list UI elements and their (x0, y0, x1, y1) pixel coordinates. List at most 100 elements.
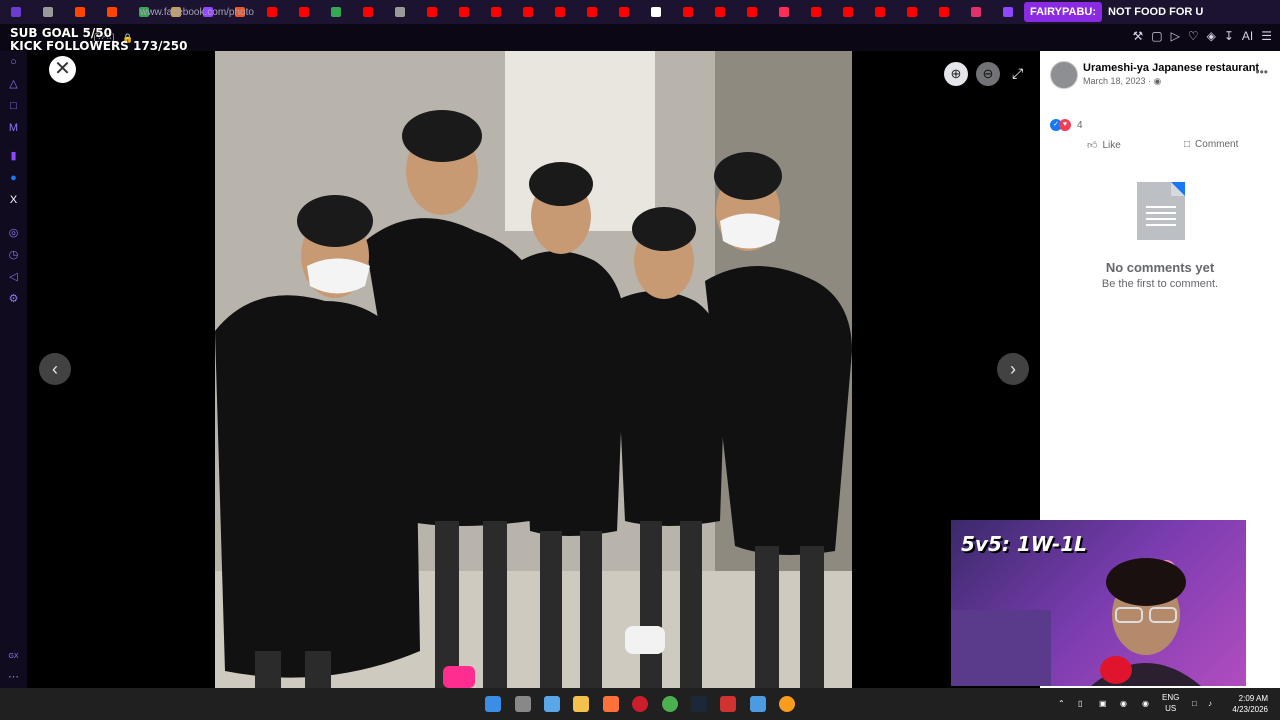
tray-steam-icon[interactable]: ◉ (1120, 698, 1127, 709)
browser-tab[interactable] (896, 0, 928, 24)
browser-tab[interactable] (512, 0, 544, 24)
more-options-icon[interactable]: ••• (1255, 65, 1268, 79)
menu-icon[interactable]: ☰ (1261, 29, 1272, 43)
browser-tab[interactable] (448, 0, 480, 24)
reaction-summary[interactable]: ✓ ♥ 4 (1050, 119, 1083, 131)
browser-tab[interactable] (704, 0, 736, 24)
app-icon[interactable] (750, 696, 766, 712)
previous-photo-button[interactable]: ‹ (39, 353, 71, 385)
browser-tab[interactable] (960, 0, 992, 24)
browser-tab-not-food-for-u[interactable]: NOT FOOD FOR U (1102, 6, 1209, 18)
youtube-icon (363, 7, 373, 17)
browser-tab[interactable] (256, 0, 288, 24)
browser-tab[interactable] (288, 0, 320, 24)
match-score-label: 5v5: 1W-1L (961, 532, 1087, 556)
copilot-icon[interactable] (544, 696, 560, 712)
youtube-icon (715, 7, 725, 17)
pin-icon[interactable]: ⚒ (1132, 29, 1143, 43)
extension-icon[interactable]: ◈ (1207, 29, 1216, 43)
sidebar-player-icon[interactable]: ◎ (7, 227, 20, 240)
ai-icon[interactable]: AI (1242, 29, 1253, 43)
snapshot-icon[interactable]: ▢ (1151, 29, 1162, 43)
browser-tab[interactable] (576, 0, 608, 24)
browser-tab[interactable] (768, 0, 800, 24)
volume-icon[interactable]: ♪ (1208, 698, 1212, 709)
post-date[interactable]: March 18, 2023 · ◉ (1083, 76, 1161, 87)
network-icon[interactable]: □ (1192, 698, 1197, 709)
tray-mic-icon[interactable]: ◉ (1142, 698, 1149, 709)
browser-tab[interactable] (480, 0, 512, 24)
tray-chevron-icon[interactable]: ⌃ (1058, 698, 1065, 709)
comment-label: Comment (1195, 139, 1239, 150)
file-explorer-icon[interactable] (573, 696, 589, 712)
browser-tab[interactable] (864, 0, 896, 24)
sidebar-twitch-icon[interactable]: ▮ (7, 150, 20, 163)
browser-tab[interactable] (672, 0, 704, 24)
tray-app-icon[interactable]: ▣ (1099, 698, 1107, 709)
browser-sidebar: ○ △ □ M ▮ ● X ◎ ◷ ◁ ⚙ GX ⋯ (0, 51, 27, 688)
next-photo-button[interactable]: › (997, 353, 1029, 385)
browser-tab[interactable] (416, 0, 448, 24)
sidebar-mail-icon[interactable]: M (7, 122, 20, 135)
browser-tab[interactable] (832, 0, 864, 24)
browser-tab[interactable] (544, 0, 576, 24)
url-field[interactable]: www.facebook.com/photo (140, 7, 254, 18)
sidebar-settings-icon[interactable]: ⚙ (7, 293, 20, 306)
zoom-in-button[interactable]: ⊕ (944, 62, 968, 86)
sidebar-more-icon[interactable]: ⋯ (7, 671, 20, 684)
play-icon[interactable]: ▷ (1171, 29, 1180, 43)
opera-gx-icon[interactable] (632, 696, 648, 712)
comment-button[interactable]: □ Comment (1184, 139, 1238, 150)
recorder-icon[interactable] (720, 696, 736, 712)
thumbs-up-icon: 👍︎ (1087, 140, 1098, 151)
browser-tab[interactable] (608, 0, 640, 24)
zoom-out-button[interactable]: ⊖ (976, 62, 1000, 86)
browser-tab[interactable] (32, 0, 64, 24)
close-viewer-button[interactable]: ✕ (49, 56, 76, 83)
chrome-icon[interactable] (662, 696, 678, 712)
reddit-icon (75, 7, 85, 17)
youtube-icon (267, 7, 277, 17)
browser-tab-fairypabu[interactable]: FAIRYPABU: (1024, 2, 1102, 22)
browser-tab[interactable] (352, 0, 384, 24)
browser-tab[interactable] (0, 0, 32, 24)
no-comments-subtitle: Be the first to comment. (1101, 278, 1219, 290)
steam-icon[interactable] (691, 696, 707, 712)
youtube-icon (939, 7, 949, 17)
sidebar-history-icon[interactable]: ◷ (7, 249, 20, 262)
fullscreen-icon[interactable]: ⤢ (1012, 65, 1023, 82)
sidebar-game-icon[interactable]: △ (7, 78, 20, 91)
empty-document-icon (1137, 182, 1185, 240)
youtube-icon (683, 7, 693, 17)
post-date-text[interactable]: March 18, 2023 · (1083, 76, 1154, 86)
browser-tab[interactable] (640, 0, 672, 24)
page-name-link[interactable]: Urameshi-ya Japanese restaurant (1083, 62, 1259, 74)
task-view-icon[interactable] (515, 696, 531, 712)
sidebar-home-icon[interactable]: ○ (7, 56, 20, 69)
browser-tab[interactable] (928, 0, 960, 24)
heart-icon[interactable]: ♡ (1188, 29, 1199, 43)
firefox-icon[interactable] (603, 696, 619, 712)
browser-tab[interactable] (96, 0, 128, 24)
page-avatar[interactable] (1050, 61, 1078, 89)
sidebar-news-icon[interactable]: □ (7, 100, 20, 113)
tray-usb-icon[interactable]: ▯ (1078, 698, 1082, 709)
system-clock[interactable]: 2:09 AM 4/23/2026 (1232, 693, 1268, 715)
browser-tab[interactable] (992, 0, 1024, 24)
sidebar-messenger-icon[interactable]: ● (7, 172, 20, 185)
sidebar-gx-icon[interactable]: GX (7, 650, 20, 663)
overwatch-icon[interactable] (779, 696, 795, 712)
language-indicator[interactable]: ENG US (1162, 692, 1179, 714)
browser-tab[interactable] (64, 0, 96, 24)
sidebar-x-icon[interactable]: X (7, 194, 20, 207)
browser-tab[interactable] (384, 0, 416, 24)
browser-tab[interactable] (736, 0, 768, 24)
browser-tab[interactable] (320, 0, 352, 24)
windows-start-icon[interactable] (485, 696, 501, 712)
download-icon[interactable]: ↧ (1224, 29, 1234, 43)
sidebar-bookmarks-icon[interactable]: ◁ (7, 271, 20, 284)
browser-tab[interactable] (800, 0, 832, 24)
like-button[interactable]: 👍︎ Like (1087, 139, 1121, 152)
reddit-icon (107, 7, 117, 17)
webcam-overlay: 5v5: 1W-1L (951, 520, 1246, 686)
